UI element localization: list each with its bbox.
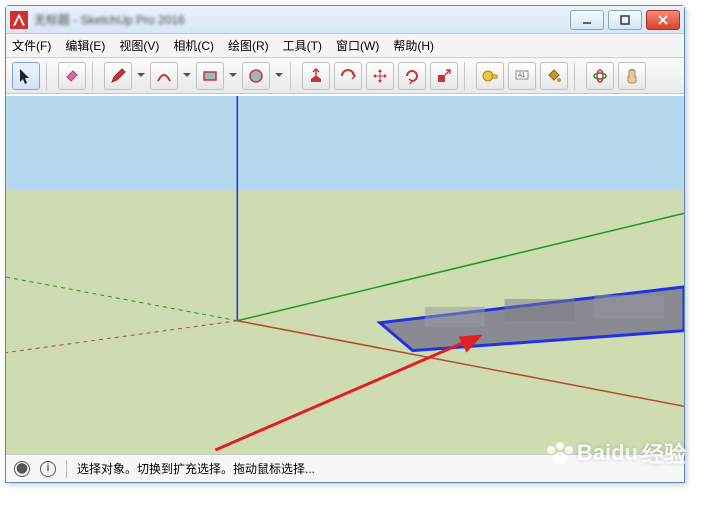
tape-tool[interactable] xyxy=(476,62,504,90)
menu-camera[interactable]: 相机(C) xyxy=(173,37,214,54)
menu-window[interactable]: 窗口(W) xyxy=(336,37,379,54)
window-title: 无标题 - SketchUp Pro 2016 xyxy=(34,11,570,28)
scale-tool[interactable] xyxy=(430,62,458,90)
offset-tool[interactable] xyxy=(334,62,362,90)
app-icon xyxy=(10,11,28,29)
minimize-button[interactable] xyxy=(570,10,604,30)
geolocation-icon[interactable]: ⬤ xyxy=(14,461,30,477)
toolbar: A1 xyxy=(6,58,684,94)
toolbar-separator xyxy=(46,62,52,90)
svg-text:A1: A1 xyxy=(518,73,526,79)
menu-view[interactable]: 视图(V) xyxy=(119,37,159,54)
toolbar-separator xyxy=(574,62,580,90)
text-tool[interactable]: A1 xyxy=(508,62,536,90)
menu-draw[interactable]: 绘图(R) xyxy=(228,37,269,54)
rotate-tool[interactable] xyxy=(398,62,426,90)
circle-dropdown[interactable] xyxy=(274,62,284,90)
watermark: Baidu 经验 xyxy=(547,437,686,469)
titlebar: 无标题 - SketchUp Pro 2016 xyxy=(6,6,684,34)
menu-help[interactable]: 帮助(H) xyxy=(393,37,434,54)
pencil-dropdown[interactable] xyxy=(136,62,146,90)
watermark-brand: Baidu xyxy=(577,440,638,466)
maximize-button[interactable] xyxy=(608,10,642,30)
rect-dropdown[interactable] xyxy=(228,62,238,90)
viewport-3d[interactable] xyxy=(6,96,684,454)
paw-icon xyxy=(547,442,573,464)
status-separator xyxy=(66,460,67,478)
info-icon[interactable]: i xyxy=(40,461,56,477)
paint-tool[interactable] xyxy=(540,62,568,90)
menu-edit[interactable]: 编辑(E) xyxy=(65,37,105,54)
close-button[interactable] xyxy=(646,10,680,30)
status-text: 选择对象。切换到扩充选择。拖动鼠标选择... xyxy=(77,460,315,477)
arc-dropdown[interactable] xyxy=(182,62,192,90)
window-controls xyxy=(570,10,680,30)
menu-file[interactable]: 文件(F) xyxy=(12,37,51,54)
pushpull-tool[interactable] xyxy=(302,62,330,90)
move-tool[interactable] xyxy=(366,62,394,90)
eraser-tool[interactable] xyxy=(58,62,86,90)
pencil-tool[interactable] xyxy=(104,62,132,90)
select-tool[interactable] xyxy=(12,62,40,90)
toolbar-separator xyxy=(464,62,470,90)
menu-tools[interactable]: 工具(T) xyxy=(283,37,322,54)
toolbar-separator xyxy=(290,62,296,90)
toolbar-separator xyxy=(92,62,98,90)
arc-tool[interactable] xyxy=(150,62,178,90)
pan-tool[interactable] xyxy=(618,62,646,90)
watermark-label: 经验 xyxy=(642,437,686,469)
menubar: 文件(F) 编辑(E) 视图(V) 相机(C) 绘图(R) 工具(T) 窗口(W… xyxy=(6,34,684,58)
orbit-tool[interactable] xyxy=(586,62,614,90)
circle-tool[interactable] xyxy=(242,62,270,90)
rect-tool[interactable] xyxy=(196,62,224,90)
app-window: 无标题 - SketchUp Pro 2016 文件(F) 编辑(E) 视图(V… xyxy=(5,5,685,483)
